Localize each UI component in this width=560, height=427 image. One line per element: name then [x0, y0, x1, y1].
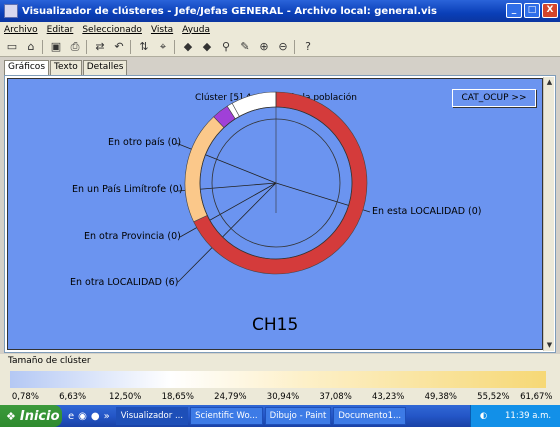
open-icon[interactable]: ⌂: [23, 39, 39, 55]
task-documento[interactable]: Documento1...: [333, 407, 407, 425]
taskbar: ❖ Inicio e ◉ ● » Visualizador ... Scient…: [0, 405, 560, 427]
toolbar: ▭ ⌂ ▣ ⎙ ⇄ ↶ ⇅ ⌖ ◆ ◆ ⚲ ✎ ⊕ ⊖ ?: [0, 37, 560, 57]
system-tray: ◐ 11:39 a.m.: [470, 405, 560, 427]
ring-segment: [231, 91, 277, 117]
cluster-size-tick: 6,63%: [59, 392, 87, 402]
vertical-scrollbar[interactable]: ▲ ▼: [543, 77, 554, 351]
cluster-size-gradient: [10, 371, 546, 388]
ring-segment: [184, 116, 225, 223]
windows-logo-icon: ❖: [6, 409, 16, 423]
title-bar: Visualizador de clústeres - Jefe/Jefas G…: [0, 0, 560, 22]
window-title: Visualizador de clústeres - Jefe/Jefas G…: [22, 5, 437, 17]
task-visualizador[interactable]: Visualizador ...: [115, 407, 189, 425]
scroll-up-icon[interactable]: ▲: [544, 77, 555, 88]
toolbar-separator: [42, 39, 45, 54]
zoom-in-icon[interactable]: ⊕: [256, 39, 272, 55]
toolbar-separator: [86, 39, 89, 54]
cluster-size-ticks: 0,78% 6,63% 12,50% 18,65% 24,79% 30,94% 37,08%…: [0, 392, 560, 404]
cluster-size-tick: 43,23%: [371, 392, 405, 402]
scroll-down-icon[interactable]: ▼: [544, 340, 555, 351]
close-button[interactable]: X: [542, 3, 558, 18]
maximize-button[interactable]: □: [524, 3, 540, 18]
print-icon[interactable]: ⎙: [67, 39, 83, 55]
more-icon[interactable]: »: [104, 411, 110, 422]
label-en-otro-pais: En otro país (0): [108, 137, 182, 148]
help-icon[interactable]: ?: [300, 39, 316, 55]
task-paint[interactable]: Dibujo - Paint: [264, 407, 332, 425]
toolbar-separator: [130, 39, 133, 54]
cluster-size-tick: 30,94%: [266, 392, 300, 402]
cluster-size-tick: 61,67%: [520, 392, 553, 402]
toolbar-separator: [174, 39, 177, 54]
magic-icon[interactable]: ✎: [237, 39, 253, 55]
label-en-otra-provincia: En otra Provincia (0): [84, 231, 181, 242]
label-en-un-pais-limitrofe: En un País Limítrofe (0): [72, 184, 183, 195]
cluster-size-legend: Tamaño de clúster 0,78% 6,63% 12,50% 18,65%…: [0, 354, 560, 405]
clock: 11:39 a.m.: [505, 411, 552, 421]
app-icon: [4, 4, 18, 18]
prev-icon[interactable]: ◆: [180, 39, 196, 55]
save-icon[interactable]: ▣: [48, 39, 64, 55]
next-icon[interactable]: ◆: [199, 39, 215, 55]
zoom-out-icon[interactable]: ⊖: [275, 39, 291, 55]
cluster-size-tick: 37,08%: [319, 392, 352, 402]
tab-graficos[interactable]: Gráficos: [4, 60, 50, 75]
filter-icon[interactable]: ⌖: [155, 39, 171, 55]
help-tray-icon[interactable]: ◐: [480, 411, 487, 421]
task-scientific[interactable]: Scientific Wo...: [190, 407, 263, 425]
tab-texto[interactable]: Texto: [50, 60, 82, 75]
menu-seleccionado[interactable]: Seleccionado: [82, 25, 142, 35]
graph-panel: Clúster [5] 4, 1,14% de la población CAT…: [4, 75, 556, 353]
cluster-size-tick: 18,65%: [161, 392, 195, 402]
start-button[interactable]: ❖ Inicio: [0, 405, 62, 427]
menu-bar: Archivo Editar Seleccionado Vista Ayuda: [0, 22, 560, 37]
tab-detalles[interactable]: Detalles: [82, 60, 128, 75]
menu-editar[interactable]: Editar: [47, 25, 74, 35]
undo-icon[interactable]: ↶: [111, 39, 127, 55]
view-tabs: Gráficos Texto Detalles: [4, 60, 128, 75]
quick-launch: e ◉ ● »: [68, 411, 110, 422]
toolbar-separator: [294, 39, 297, 54]
new-icon[interactable]: ▭: [4, 39, 20, 55]
menu-vista[interactable]: Vista: [151, 25, 173, 35]
cluster-plot: Clúster [5] 4, 1,14% de la población CAT…: [7, 78, 543, 350]
menu-ayuda[interactable]: Ayuda: [182, 25, 210, 35]
cluster-size-tick: 12,50%: [108, 392, 142, 402]
cluster-size-tick: 0,78%: [11, 392, 39, 402]
sort-icon[interactable]: ⇅: [136, 39, 152, 55]
cluster-size-tick: 55,52%: [477, 392, 510, 402]
menu-archivo[interactable]: Archivo: [4, 25, 38, 35]
label-en-otra-localidad: En otra LOCALIDAD (6): [70, 277, 179, 288]
swap-icon[interactable]: ⇄: [92, 39, 108, 55]
firefox-icon[interactable]: ●: [91, 411, 100, 422]
start-label: Inicio: [19, 408, 60, 424]
ie-icon[interactable]: e: [68, 411, 74, 422]
cluster-size-tick: 24,79%: [214, 392, 247, 402]
label-en-esta-localidad: En esta LOCALIDAD (0): [372, 206, 482, 217]
cluster-size-tick: 49,38%: [424, 392, 458, 402]
cluster-size-title: Tamaño de clúster: [8, 356, 91, 366]
media-icon[interactable]: ◉: [78, 411, 87, 422]
find-icon[interactable]: ⚲: [218, 39, 234, 55]
minimize-button[interactable]: _: [506, 3, 522, 18]
center-label: CH15: [252, 315, 299, 335]
